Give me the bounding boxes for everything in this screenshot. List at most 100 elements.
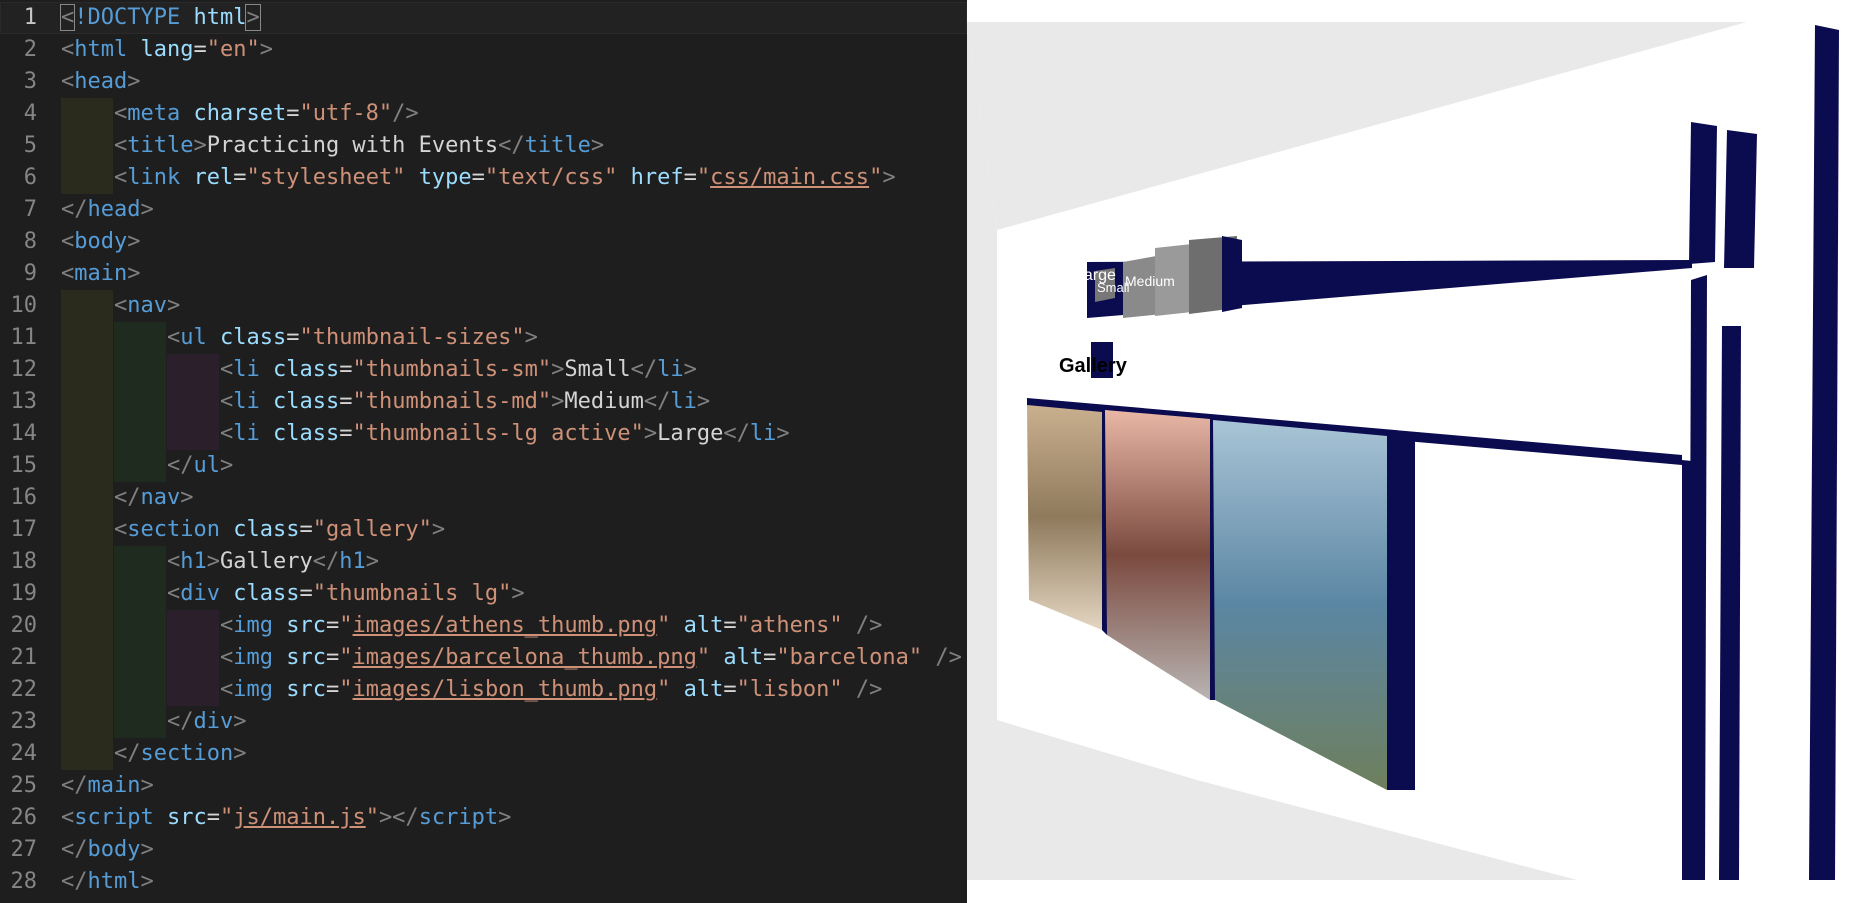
code-text: </section> <box>114 738 246 770</box>
code-token: > <box>551 357 565 382</box>
line-number: 24 <box>10 741 38 766</box>
code-token: link <box>127 165 181 190</box>
code-token: /> <box>855 613 883 638</box>
code-token: title <box>127 133 194 158</box>
nav-pillar-a <box>1689 122 1717 264</box>
code-token: > <box>245 4 261 31</box>
code-token: class <box>220 325 287 350</box>
code-token: nav <box>127 293 167 318</box>
code-token: < <box>61 229 75 254</box>
nav-pillar-b <box>1724 130 1757 268</box>
code-text: <div class="thumbnails lg"> <box>167 578 525 610</box>
code-token: !DOCTYPE <box>74 5 181 30</box>
code-token: = <box>326 613 340 638</box>
code-line[interactable]: 2 <html lang="en"> <box>0 34 967 66</box>
code-token: head <box>87 197 141 222</box>
code-line[interactable]: 13 <li class="thumbnails-md">Medium</li> <box>0 386 967 418</box>
indent-guide <box>61 578 113 610</box>
code-line[interactable]: 5 <title>Practicing with Events</title> <box>0 130 967 162</box>
code-token: "thumbnails lg" <box>312 581 512 606</box>
code-text: <li class="thumbnails-md">Medium</li> <box>220 386 710 418</box>
line-number: 5 <box>23 133 37 158</box>
thumbnails-edge-right <box>1682 460 1702 880</box>
code-line[interactable]: 15 </ul> <box>0 450 967 482</box>
code-token: Practicing with Events <box>206 133 499 158</box>
indent-guide <box>61 642 113 674</box>
line-number: 8 <box>23 229 37 254</box>
code-line[interactable]: 11 <ul class="thumbnail-sizes"> <box>0 322 967 354</box>
code-line[interactable]: 3 <head> <box>0 66 967 98</box>
code-token: > <box>524 325 538 350</box>
code-token: script <box>418 805 499 830</box>
code-line[interactable]: 17 <section class="gallery"> <box>0 514 967 546</box>
line-number: 12 <box>10 357 38 382</box>
indent-guide <box>114 322 166 354</box>
code-token: > <box>206 549 220 574</box>
code-text: </ul> <box>167 450 233 482</box>
code-line[interactable]: 24 </section> <box>0 738 967 770</box>
code-token: charset <box>193 101 287 126</box>
code-token: js/main.js <box>233 805 366 830</box>
indent-guide <box>61 354 113 386</box>
code-line[interactable]: 23 </div> <box>0 706 967 738</box>
code-line[interactable]: 6 <link rel="stylesheet" type="text/css" … <box>0 162 967 194</box>
browser-preview-3d: Small Medium Large Gallery <box>967 0 1859 903</box>
code-line[interactable]: 10 <nav> <box>0 290 967 322</box>
3d-dom-view: Small Medium Large Gallery <box>967 22 1839 880</box>
code-token: = <box>339 421 353 446</box>
code-line[interactable]: 8 <body> <box>0 226 967 258</box>
code-token: " <box>869 165 883 190</box>
code-token: li <box>749 421 777 446</box>
code-line[interactable]: 26 <script src="js/main.js"></script> <box>0 802 967 834</box>
code-token: = <box>683 165 697 190</box>
code-line[interactable]: 25 </main> <box>0 770 967 802</box>
code-line[interactable]: 7 </head> <box>0 194 967 226</box>
code-token: < <box>61 69 75 94</box>
code-line[interactable]: 21 <img src="images/barcelona_thumb.png" … <box>0 642 967 674</box>
code-token: > <box>643 421 658 446</box>
code-token: < <box>220 645 234 670</box>
code-line[interactable]: 22 <img src="images/lisbon_thumb.png" alt… <box>0 674 967 706</box>
code-token: </ <box>312 549 340 574</box>
code-line[interactable]: 20 <img src="images/athens_thumb.png" alt… <box>0 610 967 642</box>
code-token: "thumbnails-md" <box>352 389 552 414</box>
code-line[interactable]: 1 <!DOCTYPE html> <box>0 2 967 34</box>
code-text: <head> <box>61 66 140 98</box>
pillar-main <box>1809 25 1839 880</box>
code-token: " <box>657 613 671 638</box>
code-line[interactable]: 16 </nav> <box>0 482 967 514</box>
code-token: = <box>339 389 353 414</box>
code-line[interactable]: 12 <li class="thumbnails-sm">Small</li> <box>0 354 967 386</box>
code-token: "barcelona" <box>776 645 923 670</box>
code-token: > <box>431 517 446 542</box>
code-line[interactable]: 18 <h1>Gallery</h1> <box>0 546 967 578</box>
code-text: <link rel="stylesheet" type="text/css" h… <box>114 162 896 194</box>
line-number: 3 <box>23 69 37 94</box>
code-line[interactable]: 19 <div class="thumbnails lg"> <box>0 578 967 610</box>
code-token: > <box>193 133 207 158</box>
indent-guide <box>61 610 113 642</box>
code-token: main <box>87 773 141 798</box>
code-line[interactable]: 27 </body> <box>0 834 967 866</box>
code-text: <script src="js/main.js"></script> <box>61 802 511 834</box>
code-token: "thumbnails-lg active" <box>352 421 644 446</box>
code-line[interactable]: 9 <main> <box>0 258 967 290</box>
code-editor[interactable]: 1 <!DOCTYPE html> 2 <html lang="en"> 3 <head>… <box>0 0 967 903</box>
code-token: < <box>220 389 234 414</box>
code-token: class <box>233 581 300 606</box>
indent-guide <box>61 514 113 546</box>
code-token: "stylesheet" <box>246 165 406 190</box>
code-line[interactable]: 28 </html> <box>0 866 967 898</box>
code-text: </div> <box>167 706 247 738</box>
code-line[interactable]: 4 <meta charset="utf-8"/> <box>0 98 967 130</box>
code-token: img <box>233 645 273 670</box>
code-token: < <box>167 325 181 350</box>
indent-guide <box>61 450 113 482</box>
code-line[interactable]: 14 <li class="thumbnails-lg active">Large… <box>0 418 967 450</box>
code-token: > <box>140 197 154 222</box>
